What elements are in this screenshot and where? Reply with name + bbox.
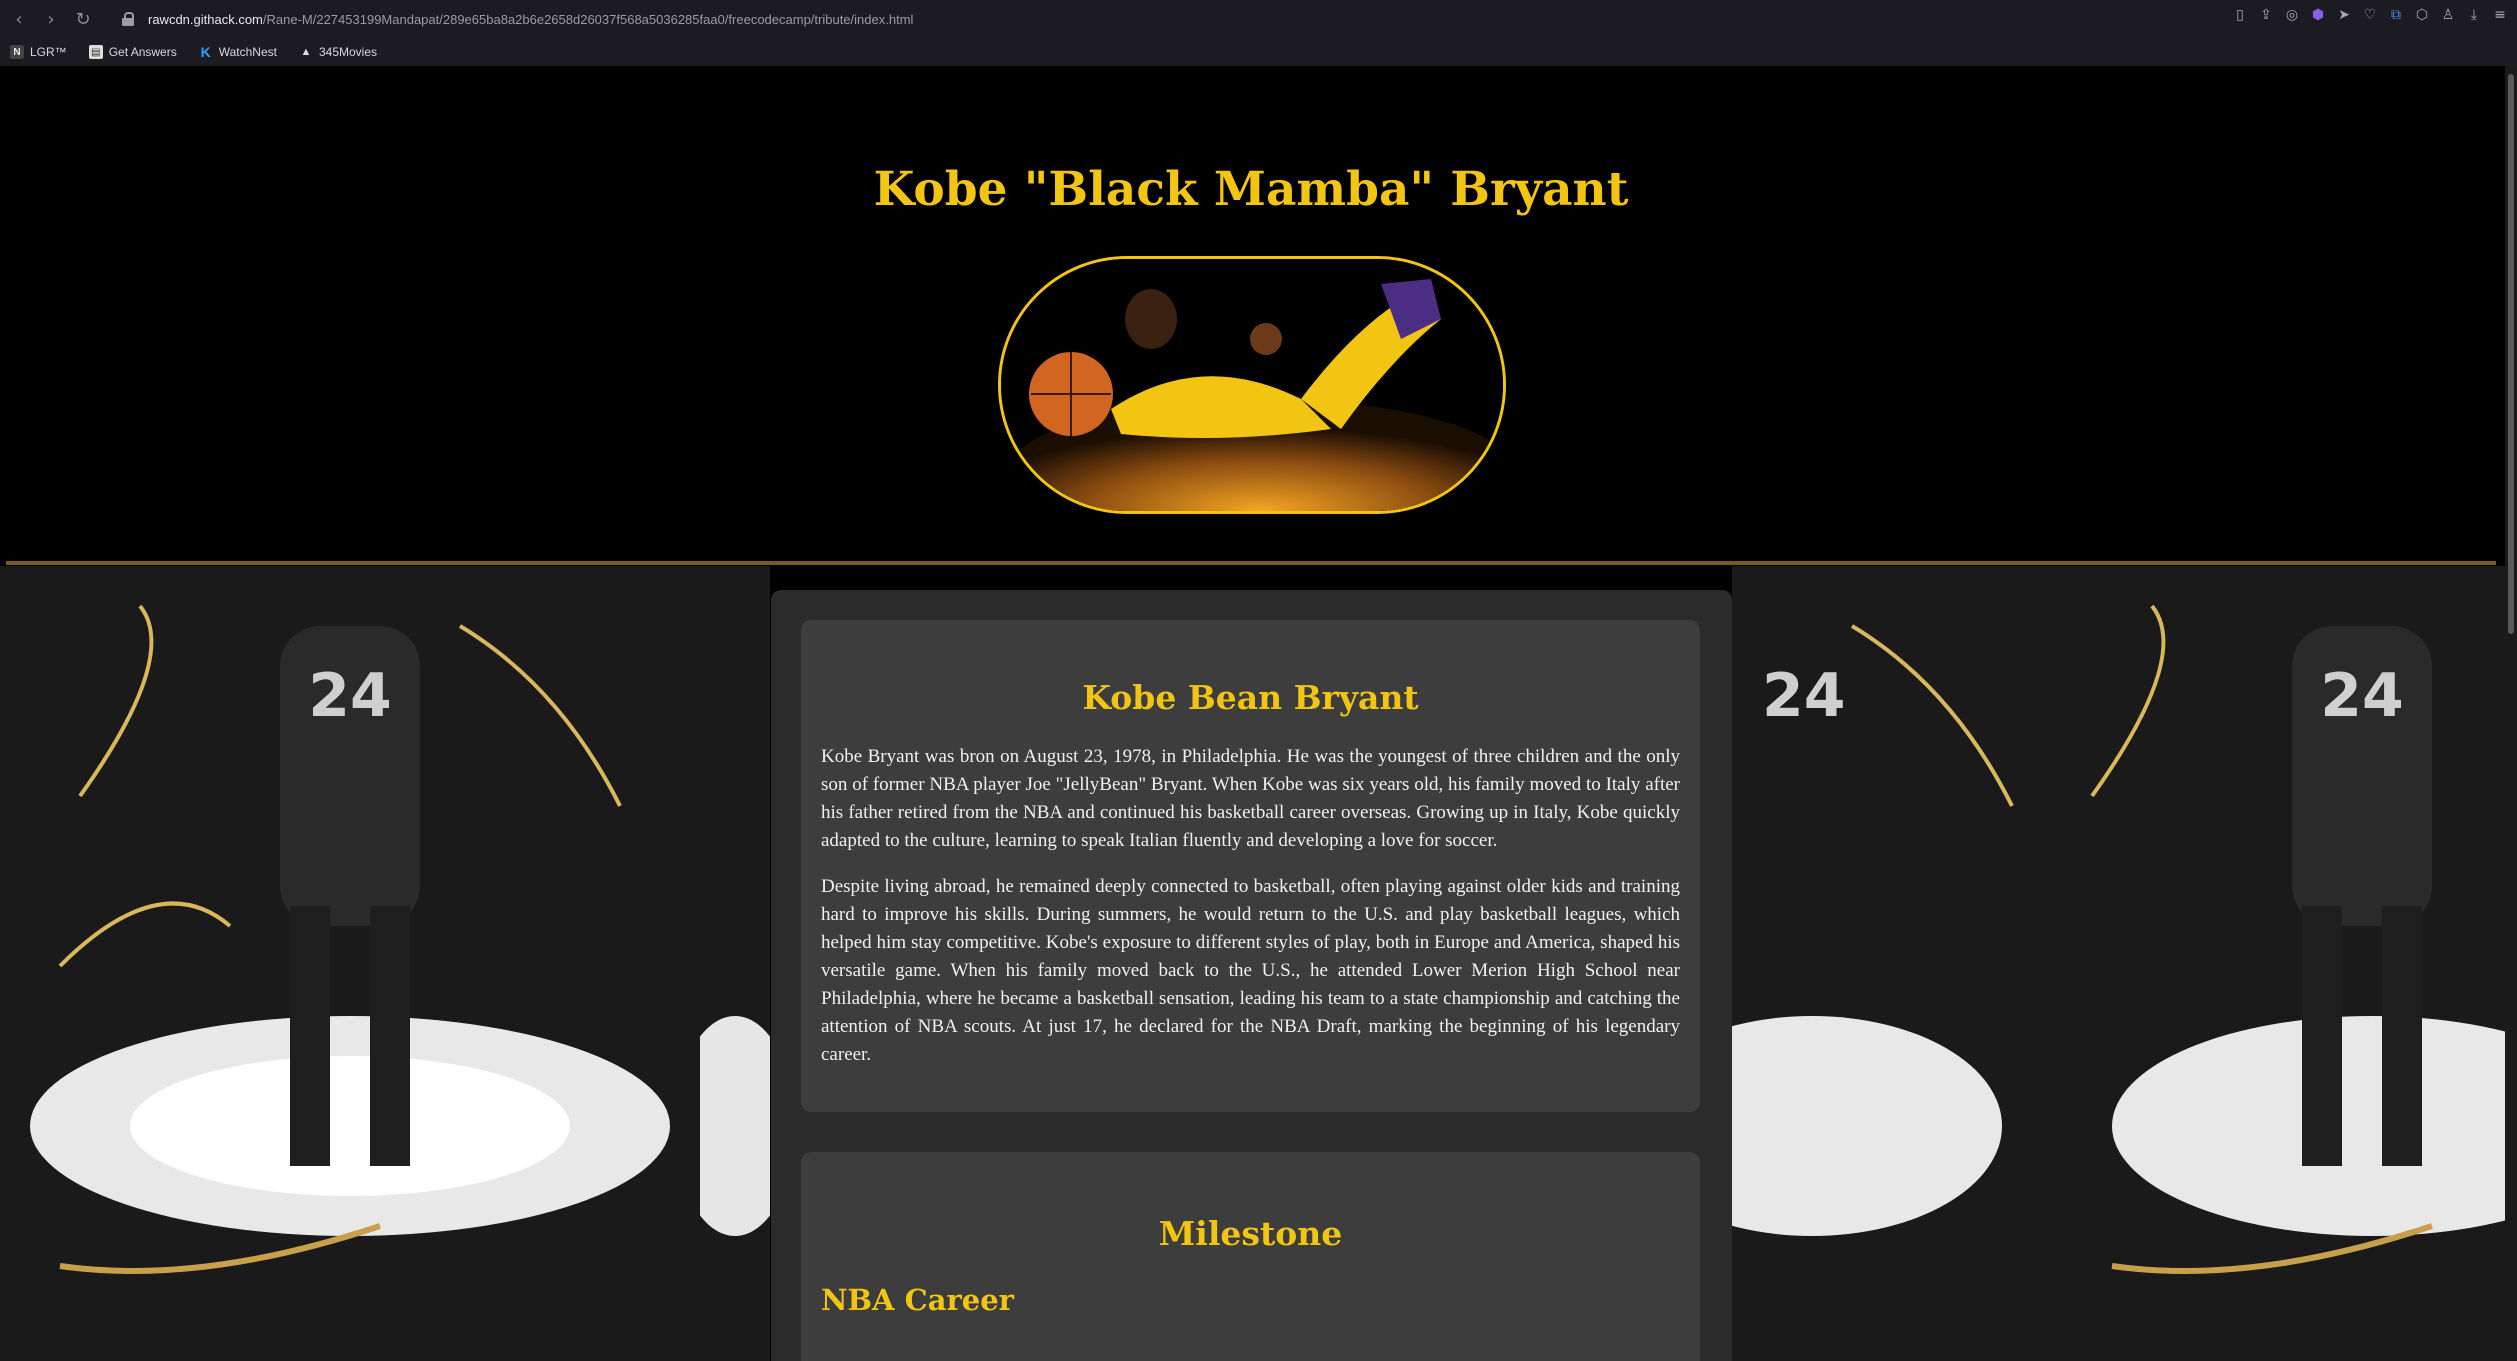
background-image [700,566,770,1361]
page-title: Kobe "Black Mamba" Bryant [873,162,1629,217]
page-header: Kobe "Black Mamba" Bryant [6,80,2496,565]
svg-text:24: 24 [308,661,392,731]
bookmark-label: WatchNest [218,45,277,59]
page-viewport: 24 24 24 Kobe "Black Mamba" Bryant Kobe … [0,66,2517,1361]
milestone-heading: Milestone [1158,1214,1343,1253]
bio-heading: Kobe Bean Bryant [1082,678,1419,717]
milestone-card: Milestone NBA Career [801,1152,1700,1361]
bio-paragraph: Despite living abroad, he remained deepl… [821,876,1680,1065]
bookmarks-bar: N LGR™ ▤ Get Answers K WatchNest ▲ 345Movies [0,38,2517,66]
bookmark-watchnest[interactable]: K WatchNest [199,44,277,60]
background-image: 24 [0,566,700,1361]
bookmark-345movies[interactable]: ▲ 345Movies [299,45,377,59]
bookmark-get-answers[interactable]: ▤ Get Answers [88,45,177,59]
extension-shield-icon[interactable]: ⬢ [2309,6,2327,24]
bookmark-label: Get Answers [108,45,177,59]
document-icon: ▤ [88,45,103,59]
url-path: /Rane-M/227453199Mandapat/289e65ba8a2b6e… [262,11,914,27]
extensions-icon[interactable]: ⬡ [2413,6,2431,24]
background-image: 24 24 [1732,566,2517,1361]
forward-icon[interactable]: › [38,6,64,32]
triangle-icon: ▲ [300,46,312,58]
svg-text:24: 24 [2320,661,2404,731]
translate-icon[interactable]: ⧉ [2387,6,2405,24]
share-icon[interactable]: ⇪ [2257,6,2275,24]
bio-paragraph: Kobe Bryant was bron on August 23, 1978,… [821,746,1680,851]
svg-text:24: 24 [1762,661,1846,731]
url-domain: rawcdn.githack.com [148,11,263,27]
download-icon[interactable]: ⤓ [2465,6,2483,24]
reload-icon[interactable]: ↻ [70,6,96,32]
lock-icon [122,12,134,26]
bio-card: Kobe Bean Bryant Kobe Bryant was bron on… [801,620,1700,1112]
address-bar[interactable]: rawcdn.githack.com/Rane-M/227453199Manda… [110,5,2170,33]
page-scrollbar[interactable] [2505,66,2517,1361]
milestone-subheading: NBA Career [821,1283,1014,1317]
reader-view-icon[interactable]: ▯ [2231,6,2249,24]
heart-icon[interactable]: ♡ [2361,6,2379,24]
send-icon[interactable]: ➤ [2335,6,2353,24]
menu-icon[interactable]: ≡ [2491,6,2509,24]
hero-image [998,256,1506,514]
content-panel: Kobe Bean Bryant Kobe Bryant was bron on… [771,590,1732,1361]
bookmark-label: LGR™ [30,45,67,59]
bookmark-lgr[interactable]: N LGR™ [10,45,67,59]
back-icon[interactable]: ‹ [6,6,32,32]
account-icon[interactable]: ♙ [2439,6,2457,24]
browser-toolbar: ‹ › ↻ rawcdn.githack.com/Rane-M/22745319… [0,0,2517,38]
bookmark-label: 345Movies [318,45,377,59]
scrollbar-thumb[interactable] [2508,74,2514,634]
screenshot-icon[interactable]: ◎ [2283,6,2301,24]
k-logo-icon: K [200,44,211,60]
lgr-icon: N [10,45,24,59]
